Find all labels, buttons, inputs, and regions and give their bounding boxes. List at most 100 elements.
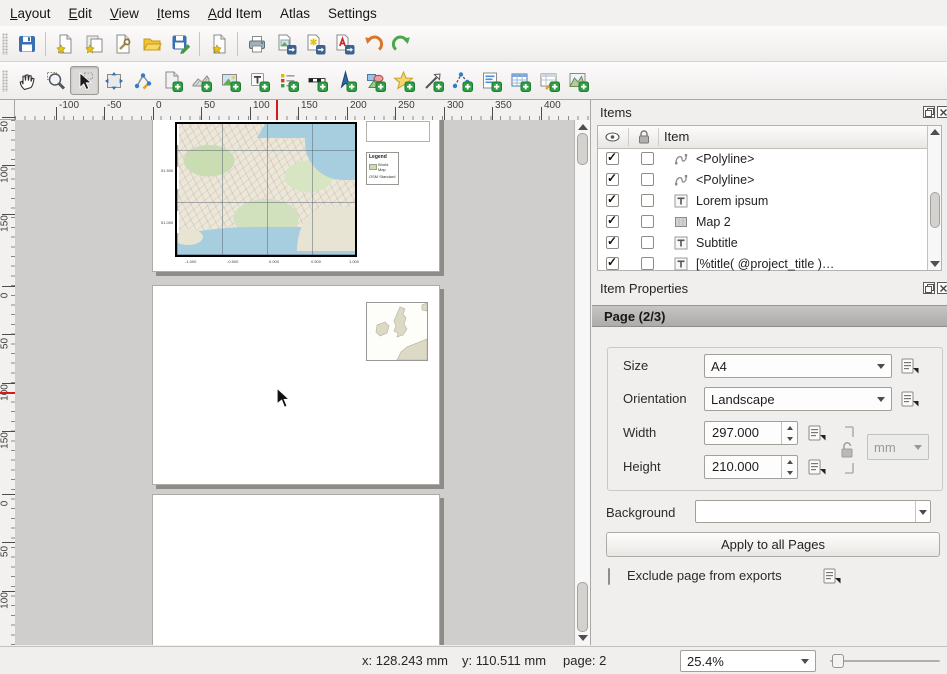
zoom-tool-button[interactable] — [41, 66, 70, 95]
visibility-checkbox[interactable] — [606, 257, 619, 270]
duplicate-layout-button[interactable] — [79, 29, 108, 58]
scroll-down-arrow[interactable] — [578, 635, 588, 641]
lock-checkbox[interactable] — [641, 215, 654, 228]
lock-checkbox[interactable] — [641, 257, 654, 270]
scroll-up-arrow[interactable] — [578, 124, 588, 130]
add-legend-button[interactable] — [273, 66, 302, 95]
item-properties-close-button[interactable] — [937, 282, 947, 294]
save-project-button[interactable] — [12, 29, 41, 58]
menu-items[interactable]: Items — [155, 4, 192, 23]
undo-icon — [362, 33, 384, 55]
items-panel-close-button[interactable] — [937, 106, 947, 118]
export-image-button[interactable] — [271, 29, 300, 58]
add-marker-button[interactable] — [389, 66, 418, 95]
export-svg-button[interactable] — [300, 29, 329, 58]
height-spinbox[interactable]: 210.000 — [704, 455, 798, 479]
item-row[interactable]: Map 2 — [598, 211, 927, 232]
add-arrow-button[interactable] — [418, 66, 447, 95]
layout-manager-button[interactable] — [108, 29, 137, 58]
save-as-template-button[interactable] — [166, 29, 195, 58]
add-fixed-table-button[interactable] — [534, 66, 563, 95]
map-item-main[interactable] — [175, 122, 357, 257]
apply-to-all-pages-button[interactable]: Apply to all Pages — [606, 532, 940, 557]
exclude-data-defined-button[interactable] — [819, 565, 845, 587]
item-row[interactable]: Subtitle — [598, 232, 927, 253]
menu-layout[interactable]: Layout — [8, 4, 53, 23]
spin-buttons[interactable] — [781, 456, 797, 478]
legend-item[interactable]: Legend World Map OSM Standard — [366, 152, 399, 185]
empty-frame-item[interactable] — [366, 121, 430, 142]
width-data-defined-button[interactable] — [804, 422, 830, 444]
toolbar-drag-handle[interactable] — [2, 33, 8, 55]
add-elevation-profile-button[interactable] — [563, 66, 592, 95]
export-pdf-button[interactable] — [329, 29, 358, 58]
size-data-defined-button[interactable] — [897, 355, 923, 377]
item-row[interactable]: Lorem ipsum — [598, 190, 927, 211]
add-page-button[interactable] — [157, 66, 186, 95]
items-panel-float-button[interactable] — [923, 106, 935, 118]
lock-checkbox[interactable] — [641, 236, 654, 249]
pan-tool-button[interactable] — [12, 66, 41, 95]
zoom-slider[interactable] — [830, 650, 940, 672]
add-picture-button[interactable] — [215, 66, 244, 95]
visibility-checkbox[interactable] — [606, 173, 619, 186]
add-attribute-table-button[interactable] — [505, 66, 534, 95]
undo-button[interactable] — [358, 29, 387, 58]
items-list-scrollbar[interactable] — [927, 126, 941, 270]
item-properties-float-button[interactable] — [923, 282, 935, 294]
visibility-checkbox[interactable] — [606, 194, 619, 207]
add-3d-map-button[interactable] — [186, 66, 215, 95]
lock-checkbox[interactable] — [641, 173, 654, 186]
zoom-slider-handle[interactable] — [832, 654, 844, 668]
items-scrollbar-thumb[interactable] — [930, 192, 940, 228]
add-north-arrow-button[interactable] — [331, 66, 360, 95]
chevron-down-icon[interactable] — [919, 510, 927, 515]
width-spinbox[interactable]: 297.000 — [704, 421, 798, 445]
zoom-level-combo[interactable]: 25.4% — [680, 650, 816, 672]
visibility-checkbox[interactable] — [606, 236, 619, 249]
menu-add-item[interactable]: Add Item — [206, 4, 264, 23]
lock-checkbox[interactable] — [641, 194, 654, 207]
layout-page-3[interactable] — [152, 494, 440, 645]
move-content-button[interactable] — [99, 66, 128, 95]
canvas-scrollbar-segment[interactable] — [577, 582, 588, 632]
add-label-button[interactable] — [244, 66, 273, 95]
layout-canvas[interactable]: 51.500 51.000 -1.000 -0.500 0.000 0.500 … — [15, 120, 574, 645]
menu-edit[interactable]: Edit — [67, 4, 94, 23]
edit-nodes-button[interactable] — [128, 66, 157, 95]
map-item-overview[interactable] — [366, 302, 428, 361]
canvas-vertical-scrollbar[interactable] — [574, 120, 590, 645]
zoom-slider-track[interactable] — [830, 660, 940, 662]
new-layout-button[interactable] — [50, 29, 79, 58]
add-scalebar-button[interactable] — [302, 66, 331, 95]
unlock-icon[interactable] — [839, 440, 855, 460]
add-node-item-button[interactable] — [447, 66, 476, 95]
add-html-button[interactable] — [476, 66, 505, 95]
print-button[interactable] — [242, 29, 271, 58]
toolbar-drag-handle[interactable] — [2, 70, 8, 92]
add-shape-button[interactable] — [360, 66, 389, 95]
item-row[interactable]: <Polyline> — [598, 148, 927, 169]
select-move-item-button[interactable] — [70, 66, 99, 95]
scroll-down-arrow[interactable] — [930, 261, 940, 267]
canvas-scrollbar-thumb[interactable] — [577, 133, 588, 165]
redo-button[interactable] — [387, 29, 416, 58]
lock-checkbox[interactable] — [641, 152, 654, 165]
height-data-defined-button[interactable] — [804, 456, 830, 478]
item-row[interactable]: [%title( @project_title )… — [598, 253, 927, 274]
orientation-combo[interactable]: Landscape — [704, 387, 892, 411]
add-pages-button[interactable] — [204, 29, 233, 58]
size-combo[interactable]: A4 — [704, 354, 892, 378]
exclude-page-checkbox[interactable] — [608, 568, 610, 585]
menu-atlas[interactable]: Atlas — [278, 4, 312, 23]
load-template-button[interactable] — [137, 29, 166, 58]
scroll-up-arrow[interactable] — [930, 129, 940, 135]
item-row[interactable]: <Polyline> — [598, 169, 927, 190]
menu-settings[interactable]: Settings — [326, 4, 379, 23]
background-color-button[interactable] — [695, 500, 931, 523]
spin-buttons[interactable] — [781, 422, 797, 444]
menu-view[interactable]: View — [108, 4, 141, 23]
visibility-checkbox[interactable] — [606, 152, 619, 165]
orientation-data-defined-button[interactable] — [897, 388, 923, 410]
visibility-checkbox[interactable] — [606, 215, 619, 228]
